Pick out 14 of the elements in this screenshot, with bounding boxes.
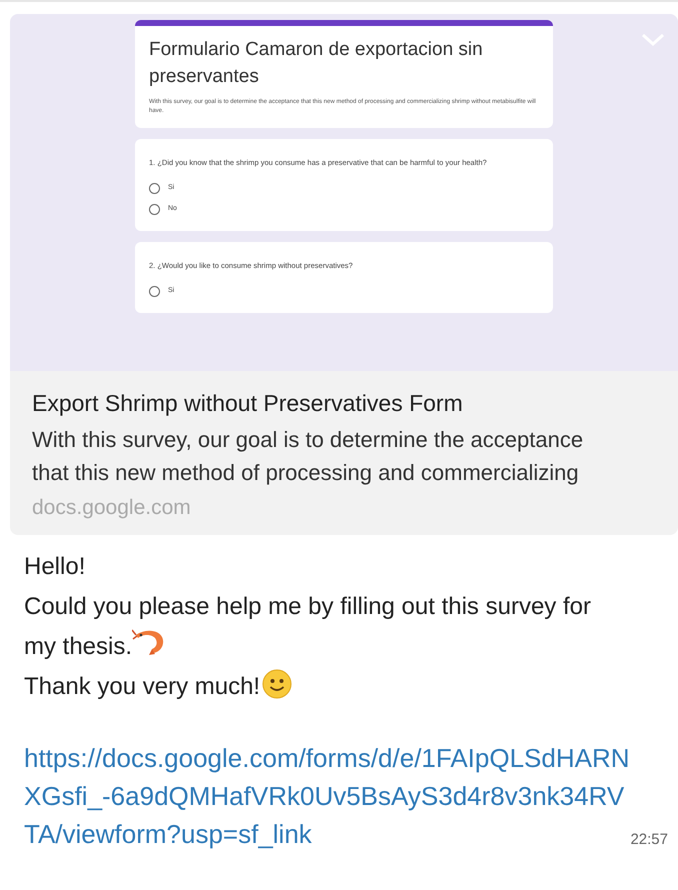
link-title: Export Shrimp without Preservatives Form (32, 389, 464, 417)
form-title: Formulario Camaron de exportacion sin preservantes (149, 38, 484, 89)
radio-button[interactable] (149, 183, 160, 194)
message-time: 22:57 (630, 830, 668, 850)
radio-button[interactable] (149, 204, 160, 215)
link-description: With this survey, our goal is to determine the acceptance that this new method of processing and commercializing (32, 426, 584, 487)
message-text: Thank you very much! (24, 667, 599, 707)
message-text: Hello! (24, 552, 86, 582)
form-preview[interactable] (10, 14, 678, 371)
link-domain: docs.google.com (32, 495, 192, 521)
message-text: Could you please help me by filling out this survey for my thesis. (24, 592, 592, 662)
smiley-icon (262, 668, 292, 699)
link-preview-card[interactable]: Export Shrimp without Preservatives Form With this survey, our goal is to determine the acceptance that this new method of processing and commercializing docs.google.com (10, 371, 678, 535)
radio-button[interactable] (149, 286, 160, 297)
